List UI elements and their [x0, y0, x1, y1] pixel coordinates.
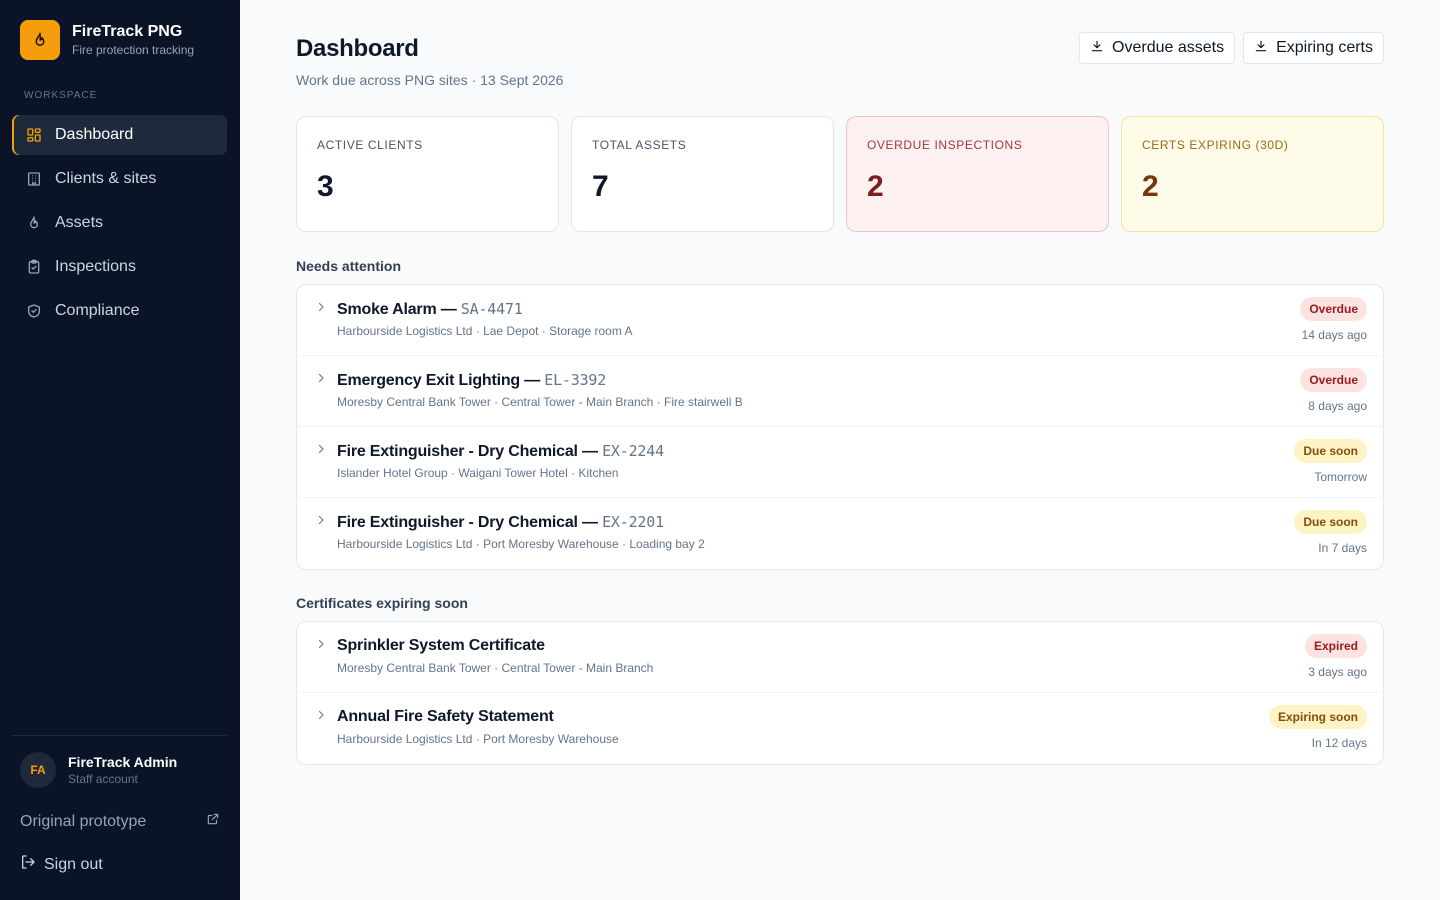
status-badge: Due soon — [1294, 510, 1367, 534]
brand-name: FireTrack PNG — [72, 23, 183, 40]
user-name: FireTrack Admin — [68, 754, 178, 770]
asset-location: Harbourside Logistics Ltd · Port Moresby… — [337, 537, 705, 551]
building-icon — [26, 171, 42, 187]
chevron-right-icon — [315, 637, 327, 655]
expiring-certs-button[interactable]: Expiring certs — [1243, 32, 1384, 64]
list-item[interactable]: Annual Fire Safety Statement Harbourside… — [297, 693, 1383, 764]
stat-label: TOTAL ASSETS — [592, 138, 687, 152]
sign-out-icon — [20, 854, 44, 875]
stat-card-active-clients: ACTIVE CLIENTS 3 — [296, 116, 559, 232]
list-item[interactable]: Smoke Alarm — SA-4471 Harbourside Logist… — [297, 285, 1383, 356]
sidebar-item-compliance[interactable]: Compliance — [12, 291, 227, 331]
asset-name: Fire Extinguisher - Dry Chemical — — [337, 443, 603, 460]
due-timing: Tomorrow — [1314, 470, 1367, 484]
page-subtitle: Work due across PNG sites · 13 Sept 2026 — [296, 72, 564, 88]
user-role: Staff account — [68, 772, 138, 786]
overdue-assets-label: Overdue assets — [1112, 39, 1225, 56]
asset-location: Moresby Central Bank Tower · Central Tow… — [337, 395, 743, 409]
asset-code: SA-4471 — [460, 300, 523, 318]
sidebar-item-dashboard[interactable]: Dashboard — [12, 115, 227, 155]
shield-check-icon — [26, 303, 42, 319]
chevron-right-icon — [315, 513, 327, 531]
due-timing: 8 days ago — [1308, 399, 1367, 413]
status-badge: Overdue — [1300, 368, 1367, 392]
certificates-list: Sprinkler System Certificate Moresby Cen… — [296, 621, 1384, 765]
asset-name: Smoke Alarm — — [337, 301, 461, 318]
asset-code: EX-2244 — [602, 442, 664, 460]
clipboard-check-icon — [26, 259, 42, 275]
stat-value: 2 — [867, 170, 884, 203]
sidebar-divider — [12, 735, 227, 736]
status-badge: Overdue — [1300, 297, 1367, 321]
brand-subtitle: Fire protection tracking — [72, 43, 195, 57]
download-icon — [1090, 39, 1112, 58]
list-item[interactable]: Fire Extinguisher - Dry Chemical — EX-22… — [297, 498, 1383, 569]
asset-code: EX-2201 — [602, 513, 664, 531]
external-link-icon — [206, 812, 220, 831]
due-timing: In 7 days — [1318, 541, 1367, 555]
certificate-name: Sprinkler System Certificate — [337, 637, 545, 654]
avatar: FA — [20, 752, 56, 788]
needs-attention-list: Smoke Alarm — SA-4471 Harbourside Logist… — [296, 284, 1384, 570]
asset-name: Emergency Exit Lighting — — [337, 372, 545, 389]
sidebar: FireTrack PNG Fire protection tracking W… — [0, 0, 240, 900]
list-item[interactable]: Emergency Exit Lighting — EL-3392 Moresb… — [297, 356, 1383, 427]
asset-name: Fire Extinguisher - Dry Chemical — — [337, 514, 603, 531]
sidebar-item-clients-sites[interactable]: Clients & sites — [12, 159, 227, 199]
stat-value: 7 — [592, 170, 609, 203]
needs-attention-heading: Needs attention — [296, 258, 402, 274]
chevron-right-icon — [315, 708, 327, 726]
overdue-assets-button[interactable]: Overdue assets — [1079, 32, 1236, 64]
stat-card-certs-expiring: CERTS EXPIRING (30D) 2 — [1121, 116, 1384, 232]
expiring-certs-label: Expiring certs — [1276, 39, 1373, 56]
asset-code: EL-3392 — [544, 371, 607, 389]
sidebar-item-label: Compliance — [55, 302, 140, 319]
flame-icon — [26, 215, 42, 231]
header-actions: Overdue assets Expiring certs — [1071, 32, 1384, 64]
sign-out-label: Sign out — [44, 855, 103, 873]
page-title: Dashboard — [296, 35, 419, 62]
stat-label: ACTIVE CLIENTS — [317, 138, 423, 152]
stat-card-overdue-inspections: OVERDUE INSPECTIONS 2 — [846, 116, 1109, 232]
sidebar-nav: Dashboard Clients & sites Assets Inspect… — [12, 115, 227, 335]
sidebar-item-label: Dashboard — [55, 126, 134, 143]
original-prototype-link[interactable]: Original prototype — [20, 812, 220, 831]
certificate-location: Moresby Central Bank Tower · Central Tow… — [337, 661, 654, 675]
sidebar-item-label: Inspections — [55, 258, 136, 275]
asset-location: Islander Hotel Group · Waigani Tower Hot… — [337, 466, 619, 480]
brand[interactable]: FireTrack PNG Fire protection tracking — [20, 20, 194, 60]
workspace-label: WORKSPACE — [24, 90, 98, 101]
user-profile[interactable]: FA FireTrack Admin Staff account — [20, 752, 177, 788]
list-item[interactable]: Fire Extinguisher - Dry Chemical — EX-22… — [297, 427, 1383, 498]
stats-row: ACTIVE CLIENTS 3 TOTAL ASSETS 7 OVERDUE … — [296, 116, 1384, 232]
stat-card-total-assets: TOTAL ASSETS 7 — [571, 116, 834, 232]
stat-value: 2 — [1142, 170, 1159, 203]
chevron-right-icon — [315, 371, 327, 389]
certificates-heading: Certificates expiring soon — [296, 595, 468, 611]
sidebar-item-inspections[interactable]: Inspections — [12, 247, 227, 287]
asset-location: Harbourside Logistics Ltd · Lae Depot · … — [337, 324, 633, 338]
list-item[interactable]: Sprinkler System Certificate Moresby Cen… — [297, 622, 1383, 693]
status-badge: Expired — [1304, 634, 1367, 658]
chevron-right-icon — [315, 442, 327, 460]
stat-label: CERTS EXPIRING (30D) — [1142, 138, 1289, 152]
prototype-link-label: Original prototype — [20, 812, 147, 830]
expiry-timing: 3 days ago — [1308, 665, 1367, 679]
stat-label: OVERDUE INSPECTIONS — [867, 138, 1023, 152]
sidebar-item-label: Assets — [55, 214, 104, 231]
status-badge: Expiring soon — [1268, 705, 1367, 729]
sidebar-item-label: Clients & sites — [55, 170, 157, 187]
sign-out-button[interactable]: Sign out — [20, 854, 103, 875]
chevron-right-icon — [315, 300, 327, 318]
certificate-location: Harbourside Logistics Ltd · Port Moresby… — [337, 732, 619, 746]
certificate-name: Annual Fire Safety Statement — [337, 708, 554, 725]
due-timing: 14 days ago — [1301, 328, 1367, 342]
sidebar-item-assets[interactable]: Assets — [12, 203, 227, 243]
status-badge: Due soon — [1294, 439, 1367, 463]
flame-logo-icon — [20, 20, 60, 60]
stat-value: 3 — [317, 170, 334, 203]
expiry-timing: In 12 days — [1311, 736, 1367, 750]
dashboard-grid-icon — [26, 127, 42, 143]
download-icon — [1254, 39, 1276, 58]
